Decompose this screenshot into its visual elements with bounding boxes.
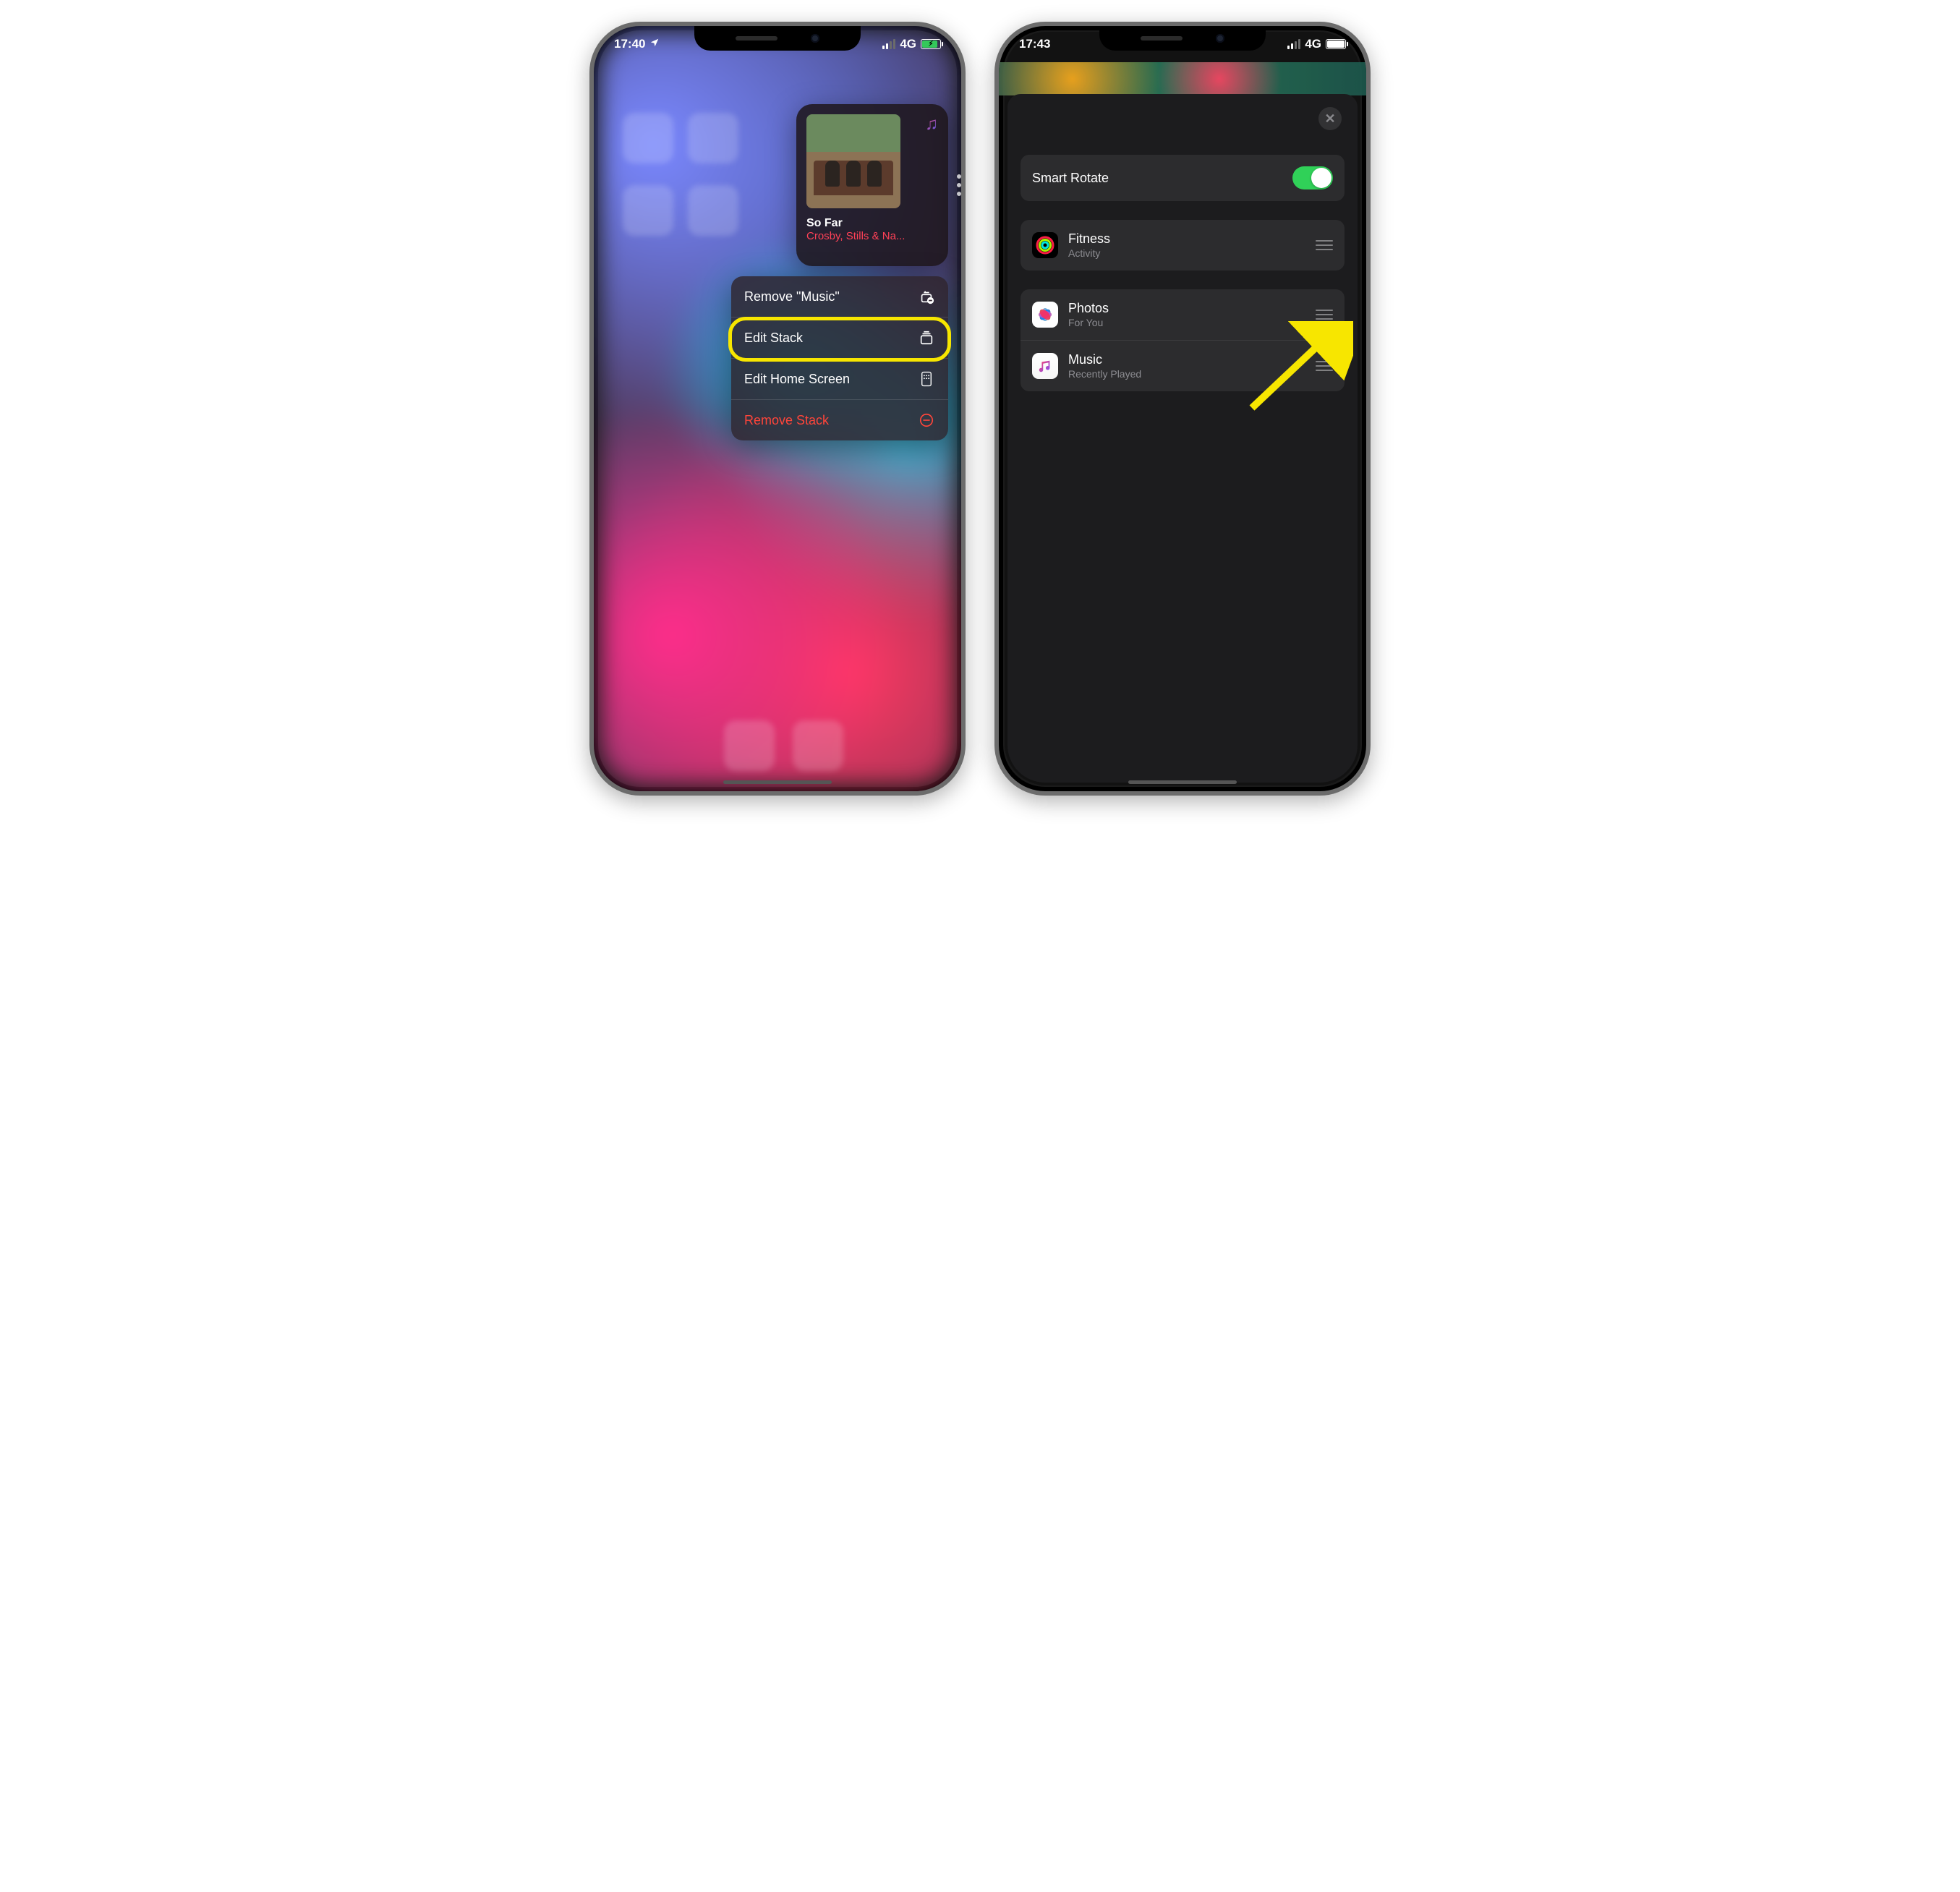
item-name: Photos [1068,301,1316,316]
speaker-grille [1141,36,1183,41]
network-label: 4G [900,37,916,51]
stack-page-dots [957,174,961,196]
item-name: Music [1068,352,1316,367]
homescreen-icon [918,370,935,388]
speaker-grille [736,36,777,41]
mute-switch [589,127,591,153]
stack-item-fitness[interactable]: Fitness Activity [1021,220,1345,270]
phone-left: 17:40 4G ⚡︎ ♫ So Far Crosby, Stills & Na… [589,22,966,796]
blurred-app-icon [688,113,738,163]
drag-handle-icon[interactable] [1316,361,1333,371]
item-sub: For You [1068,317,1316,328]
photos-icon [1032,302,1058,328]
menu-label: Edit Stack [744,331,803,346]
volume-down [994,236,996,282]
notch [694,26,861,51]
item-sub: Recently Played [1068,368,1316,380]
stack-item-fitness-card: Fitness Activity [1021,220,1345,270]
notch [1099,26,1266,51]
remove-icon [918,412,935,429]
context-menu: Remove "Music" Edit Stack Edit Home Sc [731,276,948,440]
remove-widget-icon [918,288,935,305]
music-widget[interactable]: ♫ So Far Crosby, Stills & Na... [796,104,948,266]
volume-up [994,178,996,224]
signal-bars-icon [882,39,895,49]
menu-edit-home[interactable]: Edit Home Screen [731,359,948,400]
home-indicator[interactable] [1128,780,1237,784]
power-button [964,185,966,257]
close-button[interactable]: ✕ [1318,107,1342,130]
track-artist: Crosby, Stills & Na... [806,230,938,242]
music-note-icon: ♫ [925,114,938,135]
close-icon: ✕ [1324,111,1335,127]
menu-remove-stack[interactable]: Remove Stack [731,400,948,440]
music-icon [1032,353,1058,379]
stack-item-music[interactable]: Music Recently Played [1021,341,1345,391]
menu-remove-music[interactable]: Remove "Music" [731,276,948,318]
power-button [1369,185,1371,257]
front-camera [811,34,819,43]
blurred-app-icon [623,113,673,163]
status-time: 17:43 [1019,37,1050,51]
stack-items-card: Photos For You Music Recently Playe [1021,289,1345,391]
home-indicator[interactable] [723,780,832,784]
status-time: 17:40 [614,37,645,51]
mute-switch [994,127,996,153]
signal-bars-icon [1287,39,1300,49]
phone-right: 17:43 4G ✕ Smart Rotate [994,22,1371,796]
blurred-dock-icon [724,720,775,771]
stack-item-photos[interactable]: Photos For You [1021,289,1345,341]
menu-label: Edit Home Screen [744,372,850,387]
album-art [806,114,900,208]
menu-label: Remove Stack [744,413,829,428]
location-icon [649,37,660,51]
blurred-app-icon [688,185,738,236]
blurred-dock-icon [793,720,843,771]
menu-edit-stack[interactable]: Edit Stack [731,318,948,359]
volume-down [589,236,591,282]
front-camera [1216,34,1224,43]
blurred-app-icon [623,185,673,236]
wallpaper-strip [999,62,1366,95]
volume-up [589,178,591,224]
toggle-knob [1311,168,1331,188]
track-title: So Far [806,217,938,230]
drag-handle-icon[interactable] [1316,310,1333,320]
battery-icon: ⚡︎ [921,39,941,49]
battery-icon [1326,39,1346,49]
smart-rotate-label: Smart Rotate [1032,171,1292,186]
smart-rotate-toggle[interactable] [1292,166,1333,189]
fitness-icon [1032,232,1058,258]
menu-label: Remove "Music" [744,289,840,304]
drag-handle-icon[interactable] [1316,240,1333,250]
stack-icon [918,329,935,346]
item-sub: Activity [1068,247,1316,259]
edit-stack-sheet: ✕ Smart Rotate [1007,94,1358,783]
network-label: 4G [1305,37,1321,51]
item-name: Fitness [1068,231,1316,247]
smart-rotate-card: Smart Rotate [1021,155,1345,201]
